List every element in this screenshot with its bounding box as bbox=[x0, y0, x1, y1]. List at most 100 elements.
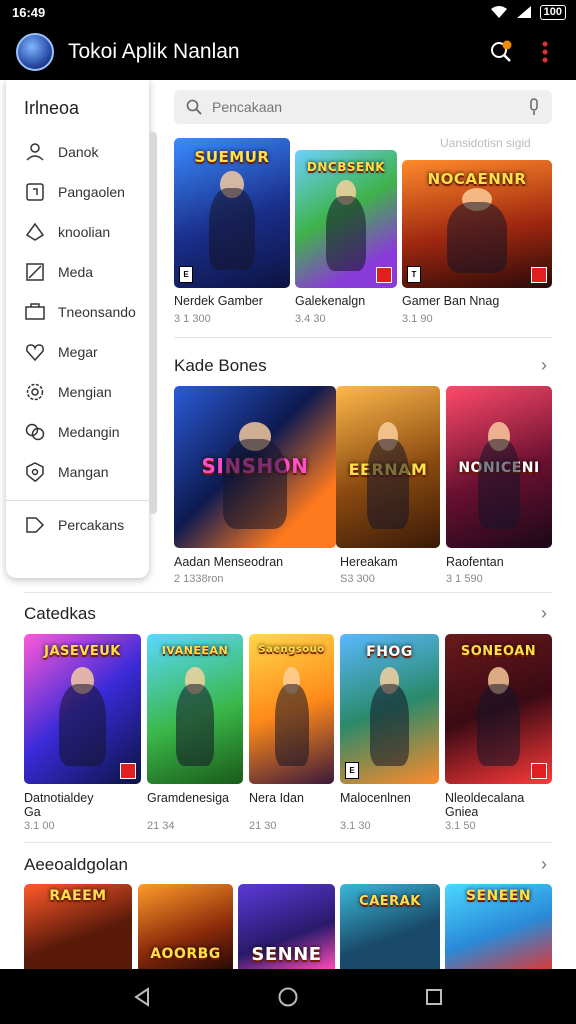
app-art-title: FHOG bbox=[366, 644, 413, 660]
art-figure bbox=[274, 683, 309, 766]
app-art-title: IVANEEAN bbox=[161, 644, 229, 657]
app-meta: 3.1 50 bbox=[445, 820, 476, 832]
drawer-item-pangaolen[interactable]: Pangaolen bbox=[6, 172, 149, 212]
chat-icon bbox=[25, 423, 45, 441]
app-card-aoea-2[interactable]: AOORBG bbox=[138, 884, 233, 969]
back-icon[interactable] bbox=[133, 986, 151, 1007]
drawer-item-label: Mengian bbox=[58, 384, 112, 400]
drawer-item-tneonsando[interactable]: Tneonsando bbox=[6, 292, 149, 332]
wifi-icon bbox=[490, 6, 507, 18]
section-title-cate: Catedkas bbox=[24, 604, 96, 623]
app-art-title: SUEMUR bbox=[194, 148, 270, 166]
drawer-item-label: Pangaolen bbox=[58, 184, 125, 200]
art-figure bbox=[367, 439, 409, 529]
home-icon[interactable] bbox=[277, 986, 299, 1008]
drawer-item-danok[interactable]: Danok bbox=[6, 132, 149, 172]
app-card-aoea-3[interactable]: SENNE bbox=[238, 884, 335, 969]
square-icon bbox=[26, 183, 44, 201]
recents-icon[interactable] bbox=[425, 988, 443, 1006]
art-figure bbox=[369, 683, 410, 766]
navigation-drawer: Irlneoa Danok Pangaolen knoolian Meda Tn… bbox=[6, 80, 149, 578]
drawer-item-mengian[interactable]: Mengian bbox=[6, 372, 149, 412]
avatar[interactable] bbox=[16, 33, 54, 71]
drawer-item-label: knoolian bbox=[58, 224, 111, 240]
app-art-title: SENNE bbox=[251, 944, 322, 965]
mic-icon[interactable] bbox=[528, 98, 540, 116]
app-name: Hereakam bbox=[340, 555, 398, 569]
app-name: Nera Idan bbox=[249, 791, 304, 805]
person-icon bbox=[26, 143, 44, 161]
app-meta: 3.1 00 bbox=[24, 820, 55, 832]
section-divider bbox=[24, 842, 552, 843]
app-card-aoea-1[interactable]: RAEEM bbox=[24, 884, 132, 969]
art-figure bbox=[477, 439, 521, 529]
drawer-item-mangan[interactable]: Mangan bbox=[6, 452, 149, 492]
app-card-aoea-4[interactable]: CAERAK bbox=[340, 884, 440, 969]
drawer-scrollbar[interactable] bbox=[149, 132, 157, 514]
section-divider bbox=[174, 337, 552, 338]
status-icons: 100 bbox=[490, 4, 566, 20]
search-icon bbox=[186, 99, 202, 115]
search-icon bbox=[491, 40, 512, 62]
drawer-item-megar[interactable]: Megar bbox=[6, 332, 149, 372]
app-meta: 21 34 bbox=[147, 820, 175, 832]
app-art-title: Saengsouo bbox=[258, 644, 325, 655]
app-name-line2: Gniea bbox=[445, 805, 479, 819]
app-meta: S3 300 bbox=[340, 573, 375, 585]
section-divider bbox=[24, 592, 552, 593]
chevron-right-icon[interactable]: › bbox=[541, 355, 547, 376]
app-art-title: SENEEN bbox=[465, 888, 532, 904]
chevron-right-icon[interactable]: › bbox=[541, 854, 547, 875]
app-card-kade-3[interactable]: NONICENI bbox=[446, 386, 552, 548]
app-name: Nerdek Gamber bbox=[174, 294, 263, 308]
app-name: Datnotialdey bbox=[24, 791, 94, 805]
app-name: Gramdenesiga bbox=[147, 791, 229, 805]
app-card-cate-4[interactable]: FHOG E bbox=[340, 634, 439, 784]
search-notification-button[interactable] bbox=[486, 37, 516, 67]
app-name: Gamer Ban Nnag bbox=[402, 294, 500, 308]
app-meta: 3 1 300 bbox=[174, 313, 211, 325]
age-rating-icon: E bbox=[345, 762, 359, 779]
drawer-item-meda[interactable]: Meda bbox=[6, 252, 149, 292]
status-bar: 16:49 100 bbox=[0, 0, 576, 24]
app-meta: 3.1 90 bbox=[402, 313, 433, 325]
app-card-cate-5[interactable]: SONEOAN bbox=[445, 634, 552, 784]
more-menu-button[interactable] bbox=[530, 37, 560, 67]
app-card-top-2[interactable]: DNCBSENK bbox=[295, 150, 397, 288]
app-card-cate-3[interactable]: Saengsouo bbox=[249, 634, 334, 784]
app-art-title: SONEOAN bbox=[460, 644, 537, 659]
tag-outline-icon bbox=[26, 517, 45, 533]
chevron-right-icon[interactable]: › bbox=[541, 603, 547, 624]
app-name: Raofentan bbox=[446, 555, 504, 569]
app-meta: 3 1 590 bbox=[446, 573, 483, 585]
badge-icon bbox=[531, 763, 547, 779]
app-card-aoea-5[interactable]: SENEEN bbox=[445, 884, 552, 969]
app-bar: Tokoi Aplik Nanlan bbox=[0, 24, 576, 80]
app-meta: 21 30 bbox=[249, 820, 277, 832]
box-icon bbox=[25, 303, 45, 320]
app-art-title: JASEVEUK bbox=[44, 644, 121, 659]
app-name: Galekenalgn bbox=[295, 294, 366, 308]
app-name: Aadan Menseodran bbox=[174, 555, 284, 569]
search-bar[interactable] bbox=[174, 90, 552, 124]
app-art-title: AOORBG bbox=[150, 946, 221, 962]
app-card-cate-1[interactable]: JASEVEUK bbox=[24, 634, 141, 784]
section-title-kade: Kade Bones bbox=[174, 356, 267, 375]
app-card-kade-2[interactable]: EERNAM bbox=[336, 386, 440, 548]
drawer-item-medangin[interactable]: Medangin bbox=[6, 412, 149, 452]
drawer-item-knoolian[interactable]: knoolian bbox=[6, 212, 149, 252]
section-title-aoea: Aeeoaldgolan bbox=[24, 855, 128, 874]
app-art-title: DNCBSENK bbox=[306, 160, 386, 174]
drawer-title: Irlneoa bbox=[24, 98, 80, 118]
app-card-top-1[interactable]: SUEMUR E bbox=[174, 138, 290, 288]
art-figure bbox=[477, 683, 520, 766]
app-card-cate-2[interactable]: IVANEEAN bbox=[147, 634, 243, 784]
search-input[interactable] bbox=[212, 99, 528, 115]
app-card-top-3[interactable]: NOCAENNR T bbox=[402, 160, 552, 288]
drawer-item-percakans[interactable]: Percakans bbox=[6, 505, 149, 545]
more-vertical-icon bbox=[542, 41, 548, 63]
shield-icon bbox=[26, 462, 44, 482]
top-row-header: Uansidotisn sigid bbox=[440, 136, 531, 150]
age-rating-icon: E bbox=[179, 266, 193, 283]
app-card-kade-1[interactable]: SINSHON bbox=[174, 386, 336, 548]
